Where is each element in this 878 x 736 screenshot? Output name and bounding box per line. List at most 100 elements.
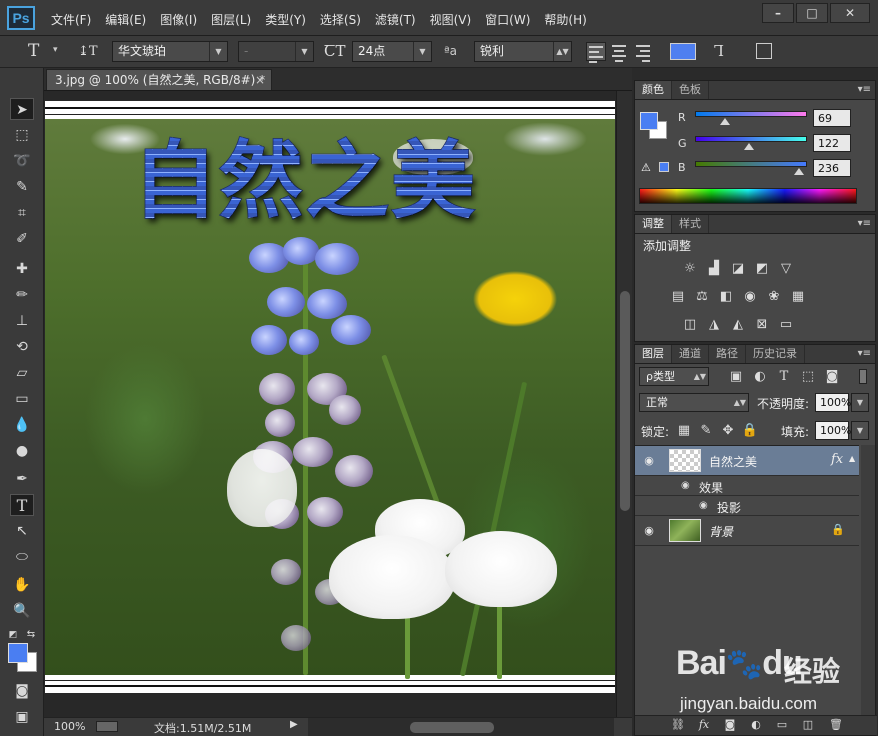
lasso-tool-icon[interactable]: ➰ <box>10 150 34 172</box>
text-color-swatch[interactable] <box>670 43 696 60</box>
status-menu-arrow-icon[interactable]: ▶ <box>290 719 298 730</box>
vertical-scrollbar[interactable] <box>616 91 632 717</box>
zoom-level[interactable]: 100% <box>54 720 85 733</box>
lock-image-icon[interactable]: ✎ <box>697 423 715 439</box>
history-brush-tool-icon[interactable]: ⟲ <box>10 336 34 358</box>
blue-slider[interactable] <box>695 161 807 167</box>
threshold-icon[interactable]: ◭ <box>729 317 747 333</box>
path-select-tool-icon[interactable]: ↖ <box>10 520 34 542</box>
menu-type[interactable]: 类型(Y) <box>258 9 313 30</box>
font-style-select[interactable]: - ▼ <box>238 41 314 62</box>
menu-image[interactable]: 图像(I) <box>153 9 204 30</box>
screen-mode-icon[interactable]: ▣ <box>10 706 34 728</box>
red-slider[interactable] <box>695 111 807 117</box>
menu-layer[interactable]: 图层(L) <box>204 9 258 30</box>
lock-all-icon[interactable]: 🔒 <box>741 423 759 439</box>
layer-name[interactable]: 自然之美 <box>709 453 757 470</box>
filter-adjustment-icon[interactable]: ◐ <box>751 369 769 385</box>
opacity-input[interactable]: 100% <box>815 393 851 412</box>
tab-channels[interactable]: 通道 <box>672 345 709 363</box>
tab-color[interactable]: 颜色 <box>635 81 672 99</box>
fill-input[interactable]: 100% <box>815 421 851 440</box>
filter-shape-icon[interactable]: ⬚ <box>799 369 817 385</box>
eye-icon[interactable]: ◉ <box>642 524 656 538</box>
blue-slider-thumb[interactable] <box>793 168 804 175</box>
channel-mixer-icon[interactable]: ❀ <box>765 289 783 305</box>
crop-tool-icon[interactable]: ⌗ <box>10 202 34 224</box>
tab-history[interactable]: 历史记录 <box>746 345 805 363</box>
type-tool-icon[interactable]: T <box>10 494 34 516</box>
font-size-select[interactable]: 24点 ▼ <box>352 41 432 62</box>
color-balance-icon[interactable]: ⚖ <box>693 289 711 305</box>
lock-transparent-icon[interactable]: ▦ <box>675 423 693 439</box>
antialias-select[interactable]: 锐利 ▲▼ <box>474 41 572 62</box>
warp-text-icon[interactable]: Ꞁ <box>714 41 724 62</box>
type-tool-preset-icon[interactable]: T <box>28 41 39 62</box>
vertical-scroll-thumb[interactable] <box>620 291 630 511</box>
blue-value-input[interactable]: 236 <box>813 159 851 177</box>
panel-menu-icon[interactable]: ▾≡ <box>858 215 871 233</box>
layer-name[interactable]: 背景 <box>709 523 733 540</box>
filter-toggle[interactable] <box>859 369 867 384</box>
panel-menu-icon[interactable]: ▾≡ <box>858 345 871 363</box>
fill-slider-toggle[interactable]: ▼ <box>851 421 869 440</box>
eye-icon[interactable]: ◉ <box>642 454 656 468</box>
levels-icon[interactable]: ▟ <box>705 261 723 277</box>
zoom-tool-icon[interactable]: 🔍 <box>10 600 34 622</box>
ellipse-tool-icon[interactable]: ⬭ <box>10 546 34 568</box>
color-lookup-icon[interactable]: ▦ <box>789 289 807 305</box>
gamut-color-swatch[interactable] <box>659 162 669 172</box>
foreground-color-swatch[interactable] <box>8 643 28 663</box>
close-tab-icon[interactable]: × <box>255 70 265 90</box>
exposure-icon[interactable]: ◩ <box>753 261 771 277</box>
blend-mode-select[interactable]: 正常 ▲▼ <box>639 393 749 412</box>
color-panel-fg-swatch[interactable] <box>640 112 658 130</box>
hue-saturation-icon[interactable]: ▤ <box>669 289 687 305</box>
posterize-icon[interactable]: ◮ <box>705 317 723 333</box>
green-slider[interactable] <box>695 136 807 142</box>
gradient-tool-icon[interactable]: ▭ <box>10 388 34 410</box>
minimize-button[interactable]: – <box>762 3 794 23</box>
curves-icon[interactable]: ◪ <box>729 261 747 277</box>
black-white-icon[interactable]: ◧ <box>717 289 735 305</box>
align-center-button[interactable] <box>610 42 630 62</box>
out-of-gamut-warning-icon[interactable]: ⚠ <box>641 161 651 174</box>
eyedropper-tool-icon[interactable]: ✐ <box>10 228 34 250</box>
canvas-area[interactable]: 自然之美 自然之美 <box>44 91 632 717</box>
hand-tool-icon[interactable]: ✋ <box>10 574 34 596</box>
menu-view[interactable]: 视图(V) <box>423 9 479 30</box>
fx-icon[interactable]: fx <box>831 452 843 467</box>
font-family-select[interactable]: 华文琥珀 ▼ <box>112 41 228 62</box>
tab-swatches[interactable]: 色板 <box>672 81 709 99</box>
green-value-input[interactable]: 122 <box>813 134 851 152</box>
eye-icon[interactable]: ◉ <box>699 500 708 511</box>
panel-menu-icon[interactable]: ▾≡ <box>858 81 871 99</box>
selective-color-icon[interactable]: ⊠ <box>753 317 771 333</box>
close-button[interactable]: ✕ <box>830 3 870 23</box>
red-slider-thumb[interactable] <box>720 118 731 125</box>
eraser-tool-icon[interactable]: ▱ <box>10 362 34 384</box>
expand-effects-icon[interactable]: ▲ <box>849 454 855 463</box>
align-right-button[interactable] <box>634 42 654 62</box>
move-tool-icon[interactable]: ➤ <box>10 98 34 120</box>
photo-filter-icon[interactable]: ◉ <box>741 289 759 305</box>
align-left-button[interactable] <box>586 42 606 63</box>
invert-icon[interactable]: ◫ <box>681 317 699 333</box>
filter-type-icon[interactable]: T <box>775 369 793 385</box>
tab-styles[interactable]: 样式 <box>672 215 709 233</box>
menu-select[interactable]: 选择(S) <box>313 9 368 30</box>
stamp-tool-icon[interactable]: ⊥ <box>10 310 34 332</box>
menu-filter[interactable]: 滤镜(T) <box>368 9 423 30</box>
green-slider-thumb[interactable] <box>743 143 754 150</box>
dodge-tool-icon[interactable]: ● <box>10 440 34 462</box>
color-spectrum[interactable] <box>639 188 857 204</box>
layer-row-text[interactable]: ◉ 自然之美 fx ▲ <box>635 446 859 476</box>
quick-mask-icon[interactable]: ◙ <box>10 680 34 702</box>
red-value-input[interactable]: 69 <box>813 109 851 127</box>
menu-file[interactable]: 文件(F) <box>44 9 98 30</box>
layer-effect-drop-shadow-row[interactable]: ◉ 投影 <box>635 496 859 516</box>
vibrance-icon[interactable]: ▽ <box>777 261 795 277</box>
blur-tool-icon[interactable]: 💧 <box>10 414 34 436</box>
eye-icon[interactable]: ◉ <box>681 480 690 491</box>
document-tab[interactable]: 3.jpg @ 100% (自然之美, RGB/8#) * × <box>46 69 272 90</box>
